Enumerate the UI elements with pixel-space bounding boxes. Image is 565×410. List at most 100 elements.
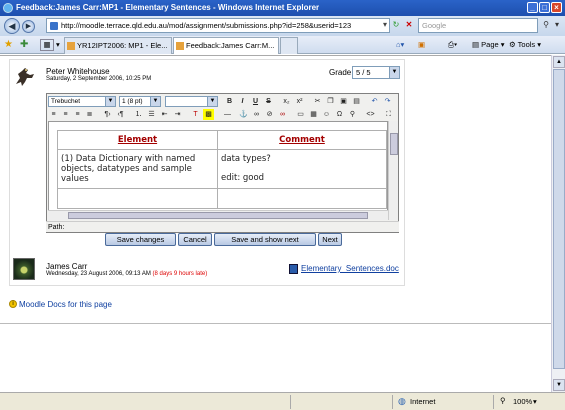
window-title-bar: Feedback:James Carr:MP1 - Elementary Sen… xyxy=(0,0,565,16)
tab-list-icon[interactable]: ▾ xyxy=(56,38,60,52)
underline-button[interactable]: U xyxy=(250,96,261,107)
student-date-line: Wednesday, 23 August 2006, 09:13 AM (8 d… xyxy=(46,271,207,277)
text-color-icon[interactable]: T xyxy=(190,109,201,120)
scroll-thumb[interactable] xyxy=(390,133,398,155)
print-icon[interactable]: ⎙▾ xyxy=(448,38,457,52)
divider xyxy=(0,323,551,324)
scroll-up-icon[interactable]: ▲ xyxy=(553,56,565,68)
unlink-icon[interactable]: ⊘ xyxy=(264,109,275,120)
close-window-button[interactable]: × xyxy=(551,2,562,13)
address-input[interactable]: http://moodle.terrace.qld.edu.au/mod/ass… xyxy=(46,18,390,33)
chevron-down-icon: ▼ xyxy=(150,97,160,106)
superscript-button[interactable]: x² xyxy=(294,96,305,107)
url-text: http://moodle.terrace.qld.edu.au/mod/ass… xyxy=(61,21,352,30)
grade-select[interactable]: 5 / 5 ▼ xyxy=(352,66,400,79)
scroll-thumb[interactable] xyxy=(68,212,368,219)
tools-menu-label: Tools xyxy=(517,40,536,49)
student-date: Wednesday, 23 August 2006, 09:13 AM xyxy=(46,271,151,277)
justify-center-icon[interactable]: ≡ xyxy=(60,109,71,120)
editor-hscrollbar[interactable] xyxy=(48,210,388,220)
page-menu[interactable]: ▤ Page ▾ xyxy=(472,38,505,52)
undo-icon[interactable]: ↶ xyxy=(369,96,380,107)
unordered-list-icon[interactable]: ☰ xyxy=(146,109,157,120)
tab-yr12ipt[interactable]: YR12IPT2006: MP1 - Ele... xyxy=(64,37,172,54)
new-tab-button[interactable] xyxy=(280,37,298,54)
next-button[interactable]: Next xyxy=(318,233,342,246)
scroll-down-icon[interactable]: ▼ xyxy=(553,379,565,391)
link-icon[interactable]: ∞ xyxy=(251,109,262,120)
tab-feedback[interactable]: Feedback:James Carr:M... xyxy=(173,37,279,54)
divider xyxy=(493,395,494,409)
special-char-icon[interactable]: Ω xyxy=(334,109,345,120)
outdent-icon[interactable]: ⇤ xyxy=(159,109,170,120)
format-select[interactable]: ▼ xyxy=(165,96,218,107)
cancel-button[interactable]: Cancel xyxy=(178,233,212,246)
file-name: Elementary_Sentences.doc xyxy=(301,264,399,273)
rtl-icon[interactable]: ‹¶ xyxy=(115,109,126,120)
subscript-button[interactable]: x₂ xyxy=(281,96,292,107)
table-row: (1) Data Dictionary with named objects, … xyxy=(57,149,387,189)
paste-word-icon[interactable]: ▤ xyxy=(351,96,362,107)
ordered-list-icon[interactable]: ⒈ xyxy=(133,109,144,120)
editor-vscrollbar[interactable] xyxy=(388,121,398,220)
horizontal-rule-icon[interactable]: — xyxy=(222,109,233,120)
zoom-level[interactable]: 100% xyxy=(513,397,532,406)
comment-line: data types? xyxy=(221,154,271,164)
editor-content-area[interactable]: Element Comment (1) Data Dictionary with… xyxy=(48,121,388,220)
search-input[interactable]: Google xyxy=(418,18,538,33)
chevron-down-icon: ▼ xyxy=(389,67,399,78)
image-icon[interactable]: ▭ xyxy=(295,109,306,120)
nolink-icon[interactable]: ∞ xyxy=(277,109,288,120)
minimize-button[interactable]: _ xyxy=(527,2,538,13)
bold-button[interactable]: B xyxy=(224,96,235,107)
save-changes-button[interactable]: Save changes xyxy=(105,233,176,246)
page-scrollbar[interactable]: ▲ ▼ xyxy=(551,55,565,392)
quick-tabs-icon[interactable]: ▦ xyxy=(40,39,54,51)
italic-button[interactable]: I xyxy=(237,96,248,107)
grade-value: 5 / 5 xyxy=(356,68,371,77)
add-favorites-icon[interactable]: ✚ xyxy=(20,38,28,52)
ltr-icon[interactable]: ¶› xyxy=(102,109,113,120)
save-and-show-next-button[interactable]: Save and show next xyxy=(214,233,316,246)
moodle-docs-link[interactable]: i Moodle Docs for this page xyxy=(9,300,112,309)
favorites-star-icon[interactable]: ★ xyxy=(4,38,13,52)
table-row: Element Comment xyxy=(57,130,387,150)
maximize-button[interactable]: □ xyxy=(539,2,550,13)
redo-icon[interactable]: ↷ xyxy=(382,96,393,107)
copy-icon[interactable]: ❐ xyxy=(325,96,336,107)
late-note: (8 days 9 hours late) xyxy=(152,271,208,277)
cut-icon[interactable]: ✂ xyxy=(312,96,323,107)
search-options-icon[interactable]: ▾ xyxy=(551,19,563,31)
back-button[interactable]: ◀ xyxy=(4,18,20,34)
status-bar: ◍ Internet ⚲ 100% ▾ xyxy=(0,392,565,410)
stop-icon[interactable]: ✕ xyxy=(403,19,415,31)
justify-left-icon[interactable]: ≡ xyxy=(48,109,59,120)
justify-full-icon[interactable]: ≣ xyxy=(84,109,95,120)
chevron-down-icon[interactable]: ▾ xyxy=(533,397,537,406)
search-replace-icon[interactable]: ⚲ xyxy=(347,109,358,120)
refresh-icon[interactable]: ↻ xyxy=(390,19,402,31)
tools-menu[interactable]: ⚙ Tools ▾ xyxy=(509,38,541,52)
teacher-name: Peter Whitehouse xyxy=(46,67,110,76)
highlight-color-icon[interactable]: ▩ xyxy=(203,109,214,120)
strikethrough-button[interactable]: S xyxy=(263,96,274,107)
html-source-icon[interactable]: <> xyxy=(365,109,376,120)
submission-file-link[interactable]: Elementary_Sentences.doc xyxy=(289,264,399,274)
smiley-icon[interactable]: ☺ xyxy=(321,109,332,120)
forward-button[interactable]: ▶ xyxy=(22,20,35,33)
home-icon[interactable]: ⌂▾ xyxy=(396,38,404,52)
moodle-docs-label: Moodle Docs for this page xyxy=(19,300,112,309)
justify-right-icon[interactable]: ≡ xyxy=(72,109,83,120)
font-size-select[interactable]: 1 (8 pt) ▼ xyxy=(119,96,161,107)
paste-icon[interactable]: ▣ xyxy=(338,96,349,107)
fullscreen-icon[interactable]: ⛶ xyxy=(383,109,394,120)
zone-label: Internet xyxy=(410,397,436,406)
scroll-thumb[interactable] xyxy=(553,69,565,369)
feeds-icon[interactable]: ▣ xyxy=(418,38,425,52)
table-row xyxy=(57,188,387,209)
indent-icon[interactable]: ⇥ xyxy=(172,109,183,120)
moodle-tab-icon xyxy=(176,42,184,50)
font-family-select[interactable]: Trebuchet ▼ xyxy=(48,96,116,107)
anchor-icon[interactable]: ⚓ xyxy=(238,109,249,120)
table-icon[interactable]: ▦ xyxy=(308,109,319,120)
